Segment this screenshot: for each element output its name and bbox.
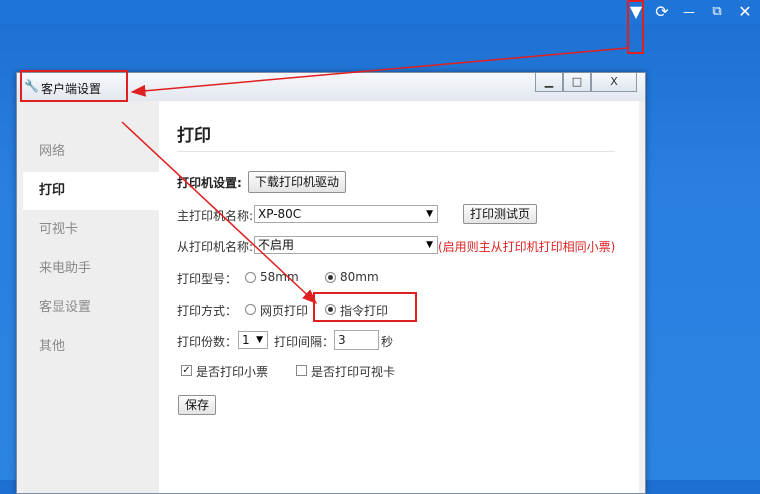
main-printer-label: 主打印机名称: [177, 209, 254, 223]
close-icon[interactable]: ✕ [734, 1, 756, 23]
page-title: 打印 [177, 126, 211, 146]
print-interval-label: 打印间隔： [274, 335, 335, 349]
dialog-body: 网络 打印 可视卡 来电助手 客显设置 其他 打印 打印机设置: 下载打印机驱动… [23, 101, 639, 493]
divider [177, 151, 615, 152]
download-driver-button[interactable]: 下载打印机驱动 [248, 171, 347, 193]
wrench-icon: 🔧 [24, 79, 39, 93]
main-printer-value: XP-80C [258, 207, 302, 221]
print-receipt-checkbox[interactable]: ✓ [181, 365, 192, 376]
print-interval-input[interactable]: 3 [334, 330, 379, 350]
print-mode-label: 打印方式： [177, 304, 238, 318]
model-80mm-label: 80mm [340, 270, 379, 284]
sidebar-item-network[interactable]: 网络 [23, 133, 159, 171]
model-58mm-radio[interactable] [245, 272, 256, 283]
minimize-icon[interactable]: — [678, 1, 700, 23]
model-58mm-label: 58mm [260, 270, 299, 284]
mode-web-print-radio[interactable] [245, 304, 256, 315]
print-copies-label: 打印份数： [177, 335, 238, 349]
settings-sidebar: 网络 打印 可视卡 来电助手 客显设置 其他 [23, 101, 159, 493]
mode-command-print-label: 指令打印 [340, 304, 389, 318]
model-80mm-radio[interactable] [325, 272, 336, 283]
print-visual-card-label: 是否打印可视卡 [311, 365, 396, 379]
print-receipt-label: 是否打印小票 [196, 365, 269, 379]
print-test-page-button[interactable]: 打印测试页 [463, 204, 538, 224]
print-copies-value: 1 [242, 333, 250, 347]
sidebar-item-visual-card[interactable]: 可视卡 [23, 211, 159, 249]
chevron-down-icon: ▼ [426, 240, 433, 250]
print-model-label: 打印型号： [177, 272, 238, 286]
dialog-minimize-button[interactable]: ▁ [535, 73, 563, 92]
dialog-close-button[interactable]: X [591, 73, 637, 92]
dialog-title: 客户端设置 [41, 82, 102, 96]
secondary-printer-hint: (启用则主从打印机打印相同小票) [438, 240, 616, 254]
print-visual-card-checkbox[interactable] [296, 365, 307, 376]
dropdown-menu-icon[interactable]: ▼ [625, 1, 647, 23]
sidebar-item-customer-display[interactable]: 客显设置 [23, 289, 159, 327]
mode-web-print-label: 网页打印 [260, 304, 309, 318]
main-printer-select[interactable]: XP-80C ▼ [254, 205, 438, 223]
client-settings-dialog: 🔧 客户端设置 ▁ □ X 网络 打印 可视卡 来电助手 客显设置 其他 打印 … [16, 72, 646, 494]
print-settings-panel: 打印 打印机设置: 下载打印机驱动 主打印机名称: XP-80C ▼ 打印测试页… [159, 101, 639, 493]
sidebar-item-other[interactable]: 其他 [23, 328, 159, 366]
window-controls: ▁ □ X [535, 73, 637, 93]
secondary-printer-label: 从打印机名称: [177, 240, 254, 254]
mode-command-print-radio[interactable] [325, 304, 336, 315]
dialog-maximize-button[interactable]: □ [563, 73, 591, 92]
secondary-printer-value: 不启用 [258, 238, 295, 252]
printer-settings-label: 打印机设置: [177, 176, 242, 190]
restore-icon[interactable]: ⧉ [706, 1, 728, 23]
save-button[interactable]: 保存 [178, 395, 217, 415]
print-copies-select[interactable]: 1 ▼ [238, 331, 268, 349]
print-interval-unit: 秒 [381, 335, 394, 349]
sidebar-item-call-assistant[interactable]: 来电助手 [23, 250, 159, 288]
refresh-icon[interactable]: ⟳ [651, 1, 673, 23]
chevron-down-icon: ▼ [426, 209, 433, 219]
chevron-down-icon: ▼ [256, 335, 263, 345]
dialog-title-bar[interactable]: 🔧 客户端设置 ▁ □ X [17, 73, 645, 101]
sidebar-item-print[interactable]: 打印 [23, 172, 159, 210]
secondary-printer-select[interactable]: 不启用 ▼ [254, 236, 438, 254]
